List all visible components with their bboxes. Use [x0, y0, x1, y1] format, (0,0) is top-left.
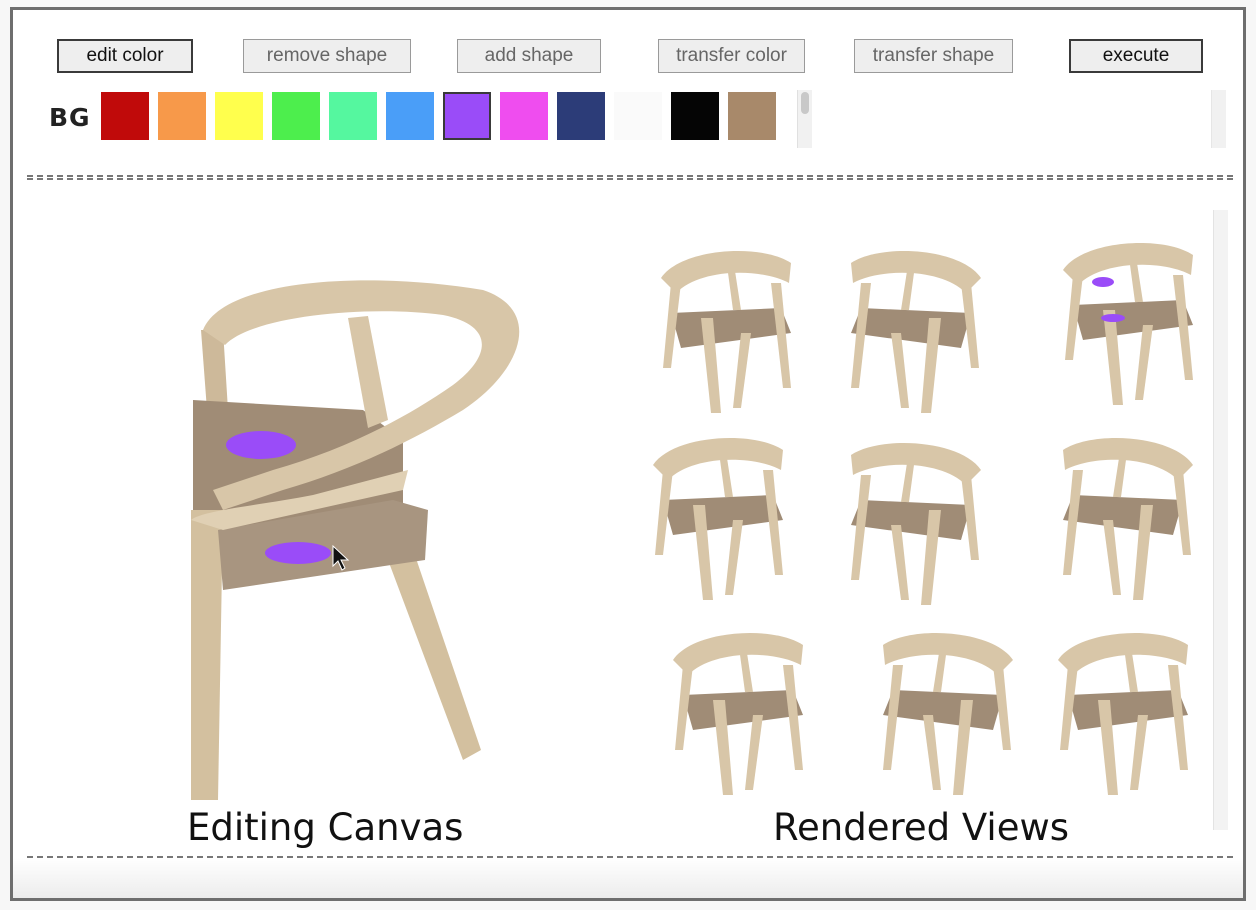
- chair-view-image: [1058, 633, 1188, 795]
- editing-canvas[interactable]: [163, 260, 543, 800]
- transfer-color-button[interactable]: transfer color: [658, 39, 805, 73]
- background-color-label[interactable]: BG: [49, 103, 91, 132]
- color-swatch-orange[interactable]: [158, 92, 206, 140]
- editing-canvas-label: Editing Canvas: [187, 806, 464, 849]
- top-divider: [27, 175, 1233, 180]
- rendered-view-8: [863, 620, 1033, 800]
- editor-window: edit color remove shape add shape transf…: [10, 7, 1246, 901]
- rendered-view-4: [633, 425, 803, 605]
- chair-view-image: [1063, 438, 1193, 600]
- chair-view-image: [1063, 243, 1193, 405]
- chair-view-image: [661, 251, 791, 413]
- rendered-view-1: [641, 238, 811, 418]
- palette-scrollbar-thumb[interactable]: [801, 92, 809, 114]
- chair-view-image: [653, 438, 783, 600]
- chair-view-image: [883, 633, 1013, 795]
- chair-view-image: [851, 251, 981, 413]
- palette-scrollbar[interactable]: [797, 90, 812, 148]
- toolbar-scrollbar[interactable]: [1211, 90, 1226, 148]
- rendered-view-6: [1043, 425, 1213, 605]
- rendered-view-9: [1038, 620, 1208, 800]
- transfer-shape-button[interactable]: transfer shape: [854, 39, 1013, 73]
- rendered-views-label: Rendered Views: [773, 806, 1069, 849]
- add-shape-button[interactable]: add shape: [457, 39, 601, 73]
- views-scrollbar[interactable]: [1213, 210, 1228, 830]
- color-swatch-white[interactable]: [614, 92, 662, 140]
- window-footer: [13, 858, 1243, 898]
- rendered-view-5: [831, 430, 1001, 610]
- chair-large-image: [191, 280, 520, 800]
- color-swatch-purple[interactable]: [443, 92, 491, 140]
- color-swatch-magenta[interactable]: [500, 92, 548, 140]
- rendered-view-2: [831, 238, 1001, 418]
- color-swatch-green[interactable]: [272, 92, 320, 140]
- color-swatch-yellow[interactable]: [215, 92, 263, 140]
- color-swatch-mint[interactable]: [329, 92, 377, 140]
- color-swatch-black[interactable]: [671, 92, 719, 140]
- rendered-view-3: [1043, 230, 1213, 410]
- color-swatch-navy[interactable]: [557, 92, 605, 140]
- color-swatch-blue[interactable]: [386, 92, 434, 140]
- chair-view-image: [673, 633, 803, 795]
- color-swatch-tan[interactable]: [728, 92, 776, 140]
- execute-button[interactable]: execute: [1069, 39, 1203, 73]
- chair-view-image: [851, 443, 981, 605]
- color-swatch-red[interactable]: [101, 92, 149, 140]
- rendered-view-7: [653, 620, 823, 800]
- edit-color-button[interactable]: edit color: [57, 39, 193, 73]
- remove-shape-button[interactable]: remove shape: [243, 39, 411, 73]
